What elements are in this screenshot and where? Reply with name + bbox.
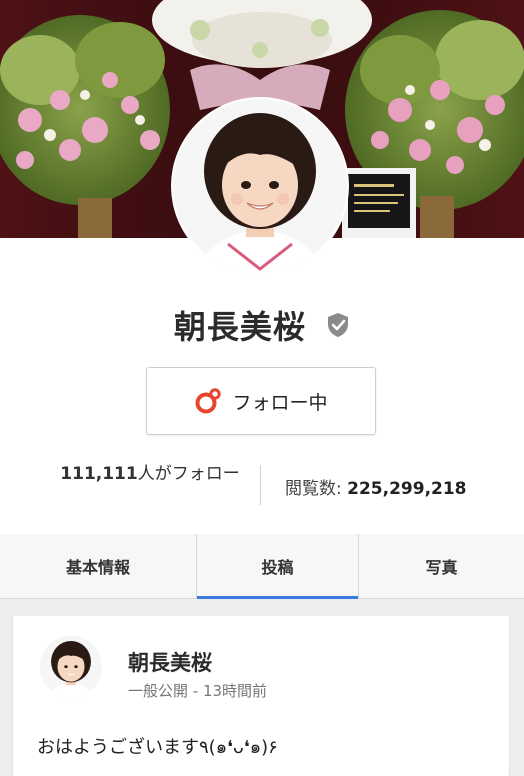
followers-number: 111,111 bbox=[60, 464, 138, 484]
stats-divider bbox=[260, 465, 261, 505]
post-meta: 一般公開 - 13時間前 bbox=[128, 680, 267, 701]
followers-suffix: 人がフォロー bbox=[137, 464, 240, 484]
tab-about-label: 基本情報 bbox=[65, 558, 130, 577]
active-tab-indicator bbox=[197, 596, 358, 599]
post-time[interactable]: 13時間前 bbox=[203, 682, 267, 700]
following-button[interactable]: フォロー中 bbox=[146, 367, 376, 435]
views-label: 閲覧数: bbox=[285, 479, 348, 499]
post-author-avatar[interactable] bbox=[40, 636, 102, 698]
profile-name-row: 朝長美桜 bbox=[0, 302, 524, 348]
profile-avatar[interactable] bbox=[173, 99, 347, 273]
following-button-label: フォロー中 bbox=[232, 391, 328, 414]
google-plus-follow-icon bbox=[194, 387, 222, 415]
post-visibility: 一般公開 bbox=[128, 682, 189, 700]
profile-tabs: 基本情報 投稿 写真 bbox=[0, 534, 524, 599]
tab-posts[interactable]: 投稿 bbox=[197, 534, 359, 599]
post-text: おはようございます٩(๑❛ᴗ❛๑)۶ bbox=[37, 737, 278, 758]
views-count: 閲覧数: 225,299,218 bbox=[285, 474, 467, 499]
tab-photos[interactable]: 写真 bbox=[359, 534, 524, 598]
post-meta-separator: - bbox=[188, 682, 203, 700]
tab-posts-label: 投稿 bbox=[261, 558, 294, 577]
post-author-name[interactable]: 朝長美桜 bbox=[128, 647, 212, 677]
post-avatar-image bbox=[40, 636, 102, 698]
followers-count[interactable]: 111,111人がフォロー bbox=[60, 462, 240, 486]
profile-stats: 111,111人がフォロー 閲覧数: 225,299,218 bbox=[0, 462, 524, 508]
avatar-image bbox=[173, 99, 347, 273]
tab-about[interactable]: 基本情報 bbox=[0, 534, 197, 598]
tab-photos-label: 写真 bbox=[425, 558, 458, 577]
post-card[interactable]: 朝長美桜 一般公開 - 13時間前 おはようございます٩(๑❛ᴗ❛๑)۶ bbox=[13, 616, 509, 776]
profile-name: 朝長美桜 bbox=[173, 308, 306, 346]
views-number: 225,299,218 bbox=[347, 479, 467, 499]
verified-shield-icon bbox=[326, 308, 350, 346]
